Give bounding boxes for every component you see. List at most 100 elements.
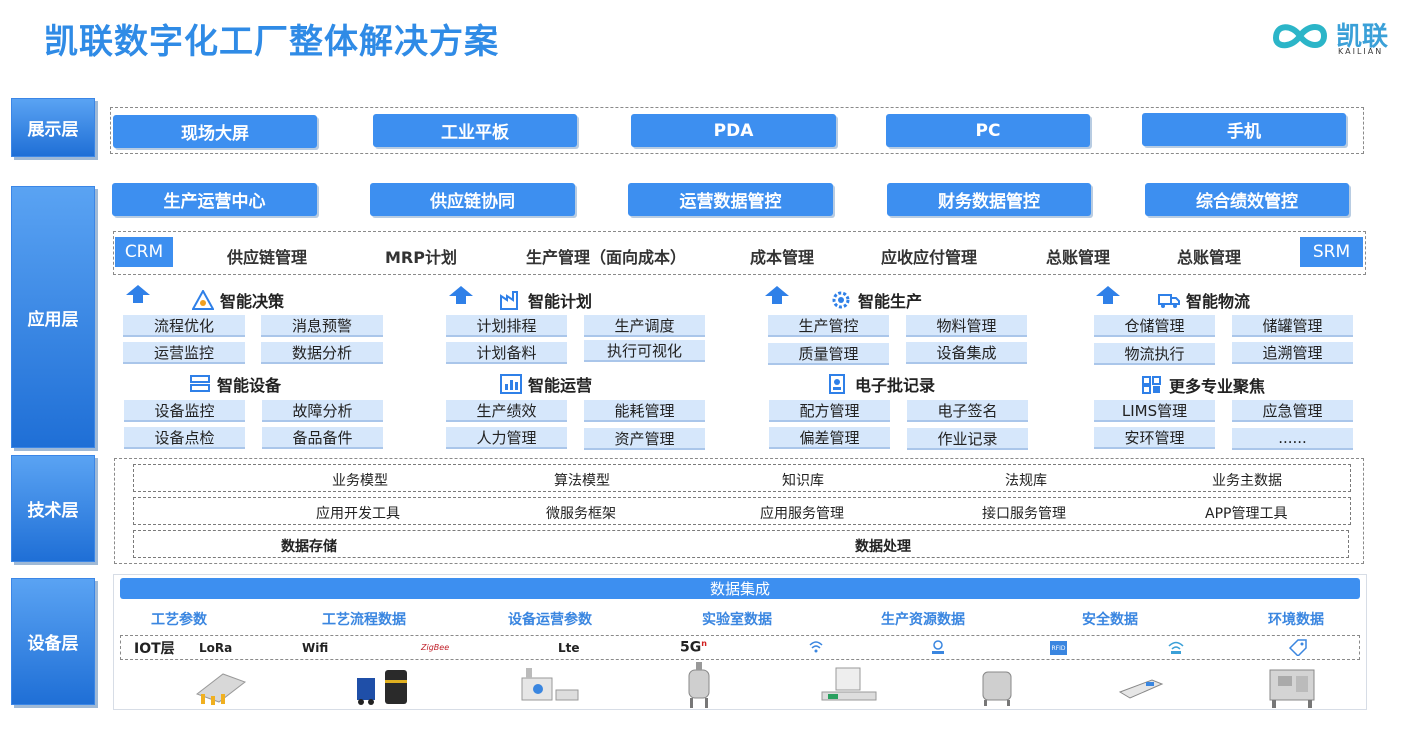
tech-item[interactable]: 数据处理: [855, 536, 911, 556]
tech-item[interactable]: 接口服务管理: [982, 503, 1066, 523]
truck-icon: [1158, 294, 1180, 308]
center-production-ops[interactable]: 生产运营中心: [112, 183, 317, 216]
module-item[interactable]: 仓储管理: [1094, 315, 1215, 337]
module-item[interactable]: 故障分析: [262, 400, 383, 422]
page-title: 凯联数字化工厂整体解决方案: [44, 22, 499, 62]
center-ops-data[interactable]: 运营数据管控: [628, 183, 833, 216]
module-item[interactable]: 质量管理: [768, 343, 889, 365]
srm-tag[interactable]: SRM: [1300, 237, 1363, 267]
module-item[interactable]: 人力管理: [446, 427, 567, 449]
reactor-icon: [688, 662, 710, 708]
display-item-tablet[interactable]: 工业平板: [373, 114, 577, 147]
erp-item[interactable]: 总账管理: [1046, 244, 1110, 268]
module-item[interactable]: 追溯管理: [1232, 342, 1353, 364]
data-category: 环境数据: [1268, 612, 1324, 628]
layer-device: 设备层: [11, 578, 95, 705]
tech-item[interactable]: 业务模型: [332, 470, 388, 490]
module-item[interactable]: 设备监控: [124, 400, 245, 422]
logo-sub: KAILIAN: [1338, 47, 1384, 56]
grid-icon: [1142, 376, 1161, 394]
tech-item[interactable]: 知识库: [782, 470, 824, 490]
data-category: 设备运营参数: [508, 612, 592, 628]
module-item[interactable]: 作业记录: [907, 428, 1028, 450]
tech-item[interactable]: 算法模型: [554, 470, 610, 490]
module-item[interactable]: 消息预警: [261, 315, 383, 337]
display-item-phone[interactable]: 手机: [1142, 113, 1346, 146]
module-item[interactable]: 安环管理: [1094, 427, 1215, 449]
decision-icon: [192, 290, 214, 310]
module-item[interactable]: 设备点检: [124, 427, 245, 449]
bar-chart-icon: [500, 374, 522, 394]
signal-icon: [1168, 641, 1184, 654]
zigbee-icon: ZigBee: [421, 643, 450, 652]
tech-item[interactable]: 法规库: [1005, 470, 1047, 490]
module-item[interactable]: 备品备件: [262, 427, 383, 449]
module-item[interactable]: 电子签名: [907, 400, 1028, 422]
data-category: 工艺流程数据: [322, 612, 406, 628]
layer-display: 展示层: [11, 98, 95, 157]
module-item[interactable]: 物流执行: [1094, 343, 1215, 365]
module-item[interactable]: 偏差管理: [769, 427, 890, 449]
module-item[interactable]: 储罐管理: [1232, 315, 1353, 337]
module-item[interactable]: 能耗管理: [584, 400, 705, 422]
module-title: 电子批记录: [827, 372, 935, 396]
erp-item[interactable]: 生产管理（面向成本）: [526, 244, 686, 268]
module-item[interactable]: 生产调度: [584, 315, 705, 337]
module-item[interactable]: 设备集成: [906, 342, 1027, 364]
tech-item[interactable]: 数据存储: [281, 536, 337, 556]
data-category: 安全数据: [1082, 612, 1138, 628]
tech-row-1: [133, 464, 1351, 492]
module-item[interactable]: 数据分析: [261, 342, 383, 364]
tech-item[interactable]: 应用开发工具: [316, 503, 400, 523]
module-item[interactable]: 计划备料: [446, 342, 567, 364]
module-item[interactable]: 资产管理: [584, 428, 705, 450]
module-item[interactable]: 执行可视化: [584, 340, 705, 362]
wifi-icon: Wifi: [302, 641, 329, 655]
storage-tank-icon: [982, 671, 1012, 706]
module-item[interactable]: 配方管理: [769, 400, 890, 422]
module-item[interactable]: 运营监控: [123, 342, 245, 364]
center-finance-data[interactable]: 财务数据管控: [887, 183, 1091, 216]
module-item[interactable]: 生产管控: [768, 315, 889, 337]
layer-application: 应用层: [11, 186, 95, 448]
gear-icon: [832, 291, 850, 309]
tech-item[interactable]: 应用服务管理: [760, 503, 844, 523]
data-integration-bar[interactable]: 数据集成: [120, 578, 1360, 599]
production-line-icon: [195, 673, 247, 705]
erp-item[interactable]: 应收应付管理: [881, 244, 977, 268]
tech-item[interactable]: APP管理工具: [1205, 503, 1287, 523]
tech-item[interactable]: 业务主数据: [1212, 470, 1282, 490]
module-item[interactable]: ......: [1232, 428, 1353, 450]
crm-tag[interactable]: CRM: [115, 237, 173, 267]
module-title: 智能决策: [192, 288, 284, 312]
display-item-pc[interactable]: PC: [886, 114, 1090, 147]
module-item[interactable]: 计划排程: [446, 315, 567, 337]
module-item[interactable]: 流程优化: [123, 315, 245, 337]
erp-item[interactable]: 供应链管理: [227, 244, 307, 268]
erp-item[interactable]: 总账管理: [1177, 244, 1241, 268]
module-item[interactable]: 生产绩效: [446, 400, 567, 422]
module-item[interactable]: 应急管理: [1232, 400, 1353, 422]
lora-icon: LoRa: [199, 641, 233, 655]
arrow-up-icon: [765, 286, 789, 304]
erp-item[interactable]: 成本管理: [750, 244, 814, 268]
display-item-big-screen[interactable]: 现场大屏: [113, 115, 317, 148]
tech-item[interactable]: 微服务框架: [546, 503, 616, 523]
document-user-icon: [829, 374, 845, 394]
center-supply-chain[interactable]: 供应链协同: [370, 183, 575, 216]
tank-forklift-icon: [357, 670, 407, 705]
display-item-pda[interactable]: PDA: [631, 114, 836, 147]
module-item[interactable]: 物料管理: [906, 315, 1027, 337]
erp-item[interactable]: MRP计划: [385, 244, 457, 268]
layer-technology: 技术层: [11, 455, 95, 562]
factory-icon: [500, 291, 518, 310]
arrow-up-icon: [126, 285, 150, 303]
tag-icon: [1288, 639, 1307, 656]
module-title: 智能计划: [500, 288, 592, 312]
lab-instrument-icon: [521, 668, 579, 701]
center-performance[interactable]: 综合绩效管控: [1145, 183, 1349, 216]
module-title: 智能物流: [1158, 288, 1250, 312]
data-category: 生产资源数据: [881, 612, 965, 628]
arrow-up-icon: [449, 286, 473, 304]
module-item[interactable]: LIMS管理: [1094, 400, 1215, 422]
